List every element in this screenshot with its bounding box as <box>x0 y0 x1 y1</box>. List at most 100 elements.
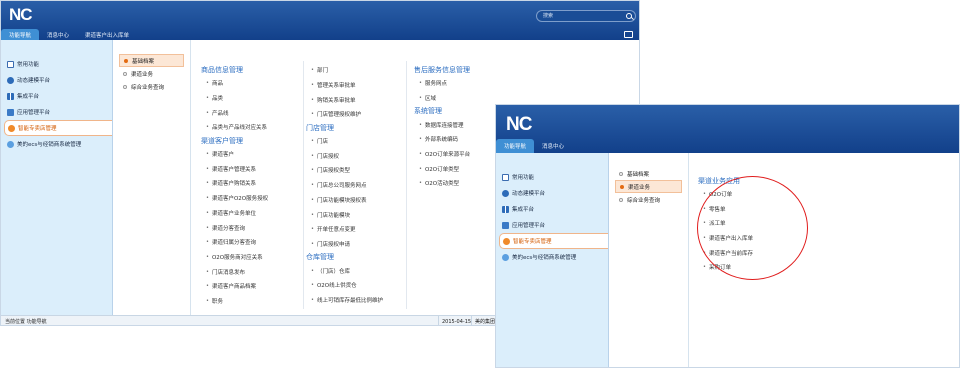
menu-link[interactable]: 渠道客户O2O服务授权 <box>201 191 301 206</box>
current-location: 当前位置 功能导航 <box>5 319 47 325</box>
sidebar-item-label: 动态建模平台 <box>17 78 51 84</box>
app-icon <box>502 221 509 229</box>
radio-icon <box>123 84 127 89</box>
menu-link[interactable]: 服务网点 <box>414 76 514 91</box>
top-tabs: 功能导航 消息中心 <box>496 139 959 153</box>
subnav-label: 综合业务查询 <box>131 84 165 91</box>
gear-icon <box>502 189 509 197</box>
menu-link[interactable]: 门店授权 <box>306 148 406 163</box>
menu-link[interactable]: 品类与产品线对应关系 <box>201 120 301 135</box>
subnav-basic-archive[interactable]: 基础档案 <box>609 167 688 180</box>
menu-link[interactable]: 部门 <box>306 63 406 78</box>
status-org: 美的集团 <box>471 316 495 325</box>
grid-icon <box>502 205 509 213</box>
sidebar-item-common[interactable]: 常用功能 <box>1 56 112 72</box>
menu-link[interactable]: 门店管理授权维护 <box>306 107 406 122</box>
tab-channel-stock-bill[interactable]: 渠道客户出入库单 <box>77 29 137 40</box>
globe-icon <box>7 140 14 148</box>
menu-link[interactable]: 渠道客户商品档案 <box>201 279 301 294</box>
sidebar-item-ecs-dealer[interactable]: 美的ecs与经销商系统管理 <box>1 136 112 152</box>
column-divider <box>406 61 407 309</box>
menu-link[interactable]: 门店 <box>306 134 406 149</box>
sidebar-item-label: 动态建模平台 <box>512 191 546 197</box>
sidebar-item-dynamic-modeling[interactable]: 动态建模平台 <box>496 185 608 201</box>
doc-icon <box>7 60 14 68</box>
subnav-channel-business[interactable]: 渠道业务 <box>113 67 190 80</box>
menu-link[interactable]: 渠道客户 <box>201 147 301 162</box>
menu-link[interactable]: 渠道归属分客查询 <box>201 235 301 250</box>
menu-link[interactable]: 门店功能模块 <box>306 207 406 222</box>
subnav: 基础档案 渠道业务 综合业务查询 <box>609 153 689 367</box>
tab-function-nav[interactable]: 功能导航 <box>1 29 40 40</box>
sidebar-item-app-management[interactable]: 应用管理平台 <box>496 217 608 233</box>
sidebar-item-smart-store[interactable]: 智能专卖店管理 <box>499 233 608 249</box>
radio-icon <box>620 184 624 189</box>
menu-link[interactable]: 产品线 <box>201 105 301 120</box>
menu-link[interactable]: 购销关系审批单 <box>306 92 406 107</box>
menu-column-1: 商品信息管理 商品 品类 产品线 品类与产品线对应关系 渠道客户管理 渠道客户 … <box>201 64 301 308</box>
top-header: NC 搜索 功能导航 消息中心 渠道客户出入库单 <box>1 1 639 40</box>
sidebar-item-label: 智能专卖店管理 <box>513 239 552 245</box>
sidebar-item-app-management[interactable]: 应用管理平台 <box>1 104 112 120</box>
menu-link[interactable]: （门店）仓库 <box>306 263 406 278</box>
subnav-label: 基础档案 <box>132 58 155 65</box>
sidebar-item-common[interactable]: 常用功能 <box>496 169 608 185</box>
section-title: 售后服务信息管理 <box>414 66 470 74</box>
search-icon[interactable] <box>626 13 632 19</box>
sidebar-item-label: 集成平台 <box>17 94 40 100</box>
shop-icon <box>8 124 15 132</box>
sidebar-item-label: 常用功能 <box>17 62 40 68</box>
subnav-label: 基础档案 <box>627 171 650 178</box>
menu-link[interactable]: 渠道客户管理关系 <box>201 161 301 176</box>
subnav-comprehensive-query[interactable]: 综合业务查询 <box>113 80 190 93</box>
status-date: 2015-04-15 <box>438 316 471 325</box>
sidebar-item-label: 智能专卖店管理 <box>18 126 57 132</box>
column-divider <box>303 61 304 309</box>
sidebar-item-integration[interactable]: 集成平台 <box>496 201 608 217</box>
sidebar-item-label: 美的ecs与经销商系统管理 <box>512 255 577 261</box>
subnav: 基础档案 渠道业务 综合业务查询 <box>113 40 191 315</box>
menu-link[interactable]: 品类 <box>201 91 301 106</box>
gear-icon <box>7 76 14 84</box>
sidebar-item-dynamic-modeling[interactable]: 动态建模平台 <box>1 72 112 88</box>
menu-link[interactable]: 门店总公司服务网点 <box>306 178 406 193</box>
menu-link[interactable]: 开单任意点变更 <box>306 222 406 237</box>
sidebar-item-integration[interactable]: 集成平台 <box>1 88 112 104</box>
section-title: 商品信息管理 <box>201 66 243 74</box>
tab-function-nav[interactable]: 功能导航 <box>496 139 535 153</box>
menu-link[interactable]: 门店消息发布 <box>201 264 301 279</box>
menu-link[interactable]: 门店功能模块授权表 <box>306 193 406 208</box>
menu-link[interactable]: 门店授权申请 <box>306 237 406 252</box>
section-title: 渠道客户管理 <box>201 136 243 145</box>
menu-link[interactable]: 渠道客户购销关系 <box>201 176 301 191</box>
module-sidebar: 常用功能 动态建模平台 集成平台 应用管理平台 智能专卖店管理 美的ecs与经销… <box>496 153 609 367</box>
menu-link[interactable]: 商品 <box>201 76 301 91</box>
menu-link[interactable]: 线上可销库存最低比例维护 <box>306 293 406 308</box>
menu-link[interactable]: O2O服务商对应关系 <box>201 250 301 265</box>
nc-logo: NC <box>9 5 33 24</box>
menu-link[interactable]: 管理关系审批单 <box>306 78 406 93</box>
radio-icon <box>619 197 623 202</box>
subnav-basic-archive[interactable]: 基础档案 <box>119 54 184 67</box>
shop-icon <box>503 237 510 245</box>
subnav-comprehensive-query[interactable]: 综合业务查询 <box>609 193 688 206</box>
menu-link[interactable]: 职务 <box>201 294 301 309</box>
sidebar-item-smart-store[interactable]: 智能专卖店管理 <box>4 120 112 136</box>
section-title: 门店管理 <box>306 123 334 132</box>
menu-link[interactable]: 渠道分客查询 <box>201 220 301 235</box>
search-input[interactable]: 搜索 <box>543 12 553 19</box>
globe-icon <box>502 253 509 261</box>
menu-link[interactable]: 门店授权类型 <box>306 163 406 178</box>
top-tabs: 功能导航 消息中心 渠道客户出入库单 <box>1 29 639 40</box>
window-restore-icon[interactable] <box>624 31 633 38</box>
subnav-channel-business[interactable]: 渠道业务 <box>615 180 682 193</box>
tab-message-center[interactable]: 消息中心 <box>39 29 77 40</box>
subnav-label: 综合业务查询 <box>627 197 661 204</box>
menu-link[interactable]: O2O线上供货仓 <box>306 278 406 293</box>
tab-message-center[interactable]: 消息中心 <box>534 139 572 153</box>
search-box[interactable]: 搜索 <box>536 10 636 22</box>
doc-icon <box>502 173 509 181</box>
sidebar-item-label: 集成平台 <box>512 207 535 213</box>
menu-link[interactable]: 渠道客户业务单位 <box>201 206 301 221</box>
sidebar-item-ecs-dealer[interactable]: 美的ecs与经销商系统管理 <box>496 249 608 265</box>
